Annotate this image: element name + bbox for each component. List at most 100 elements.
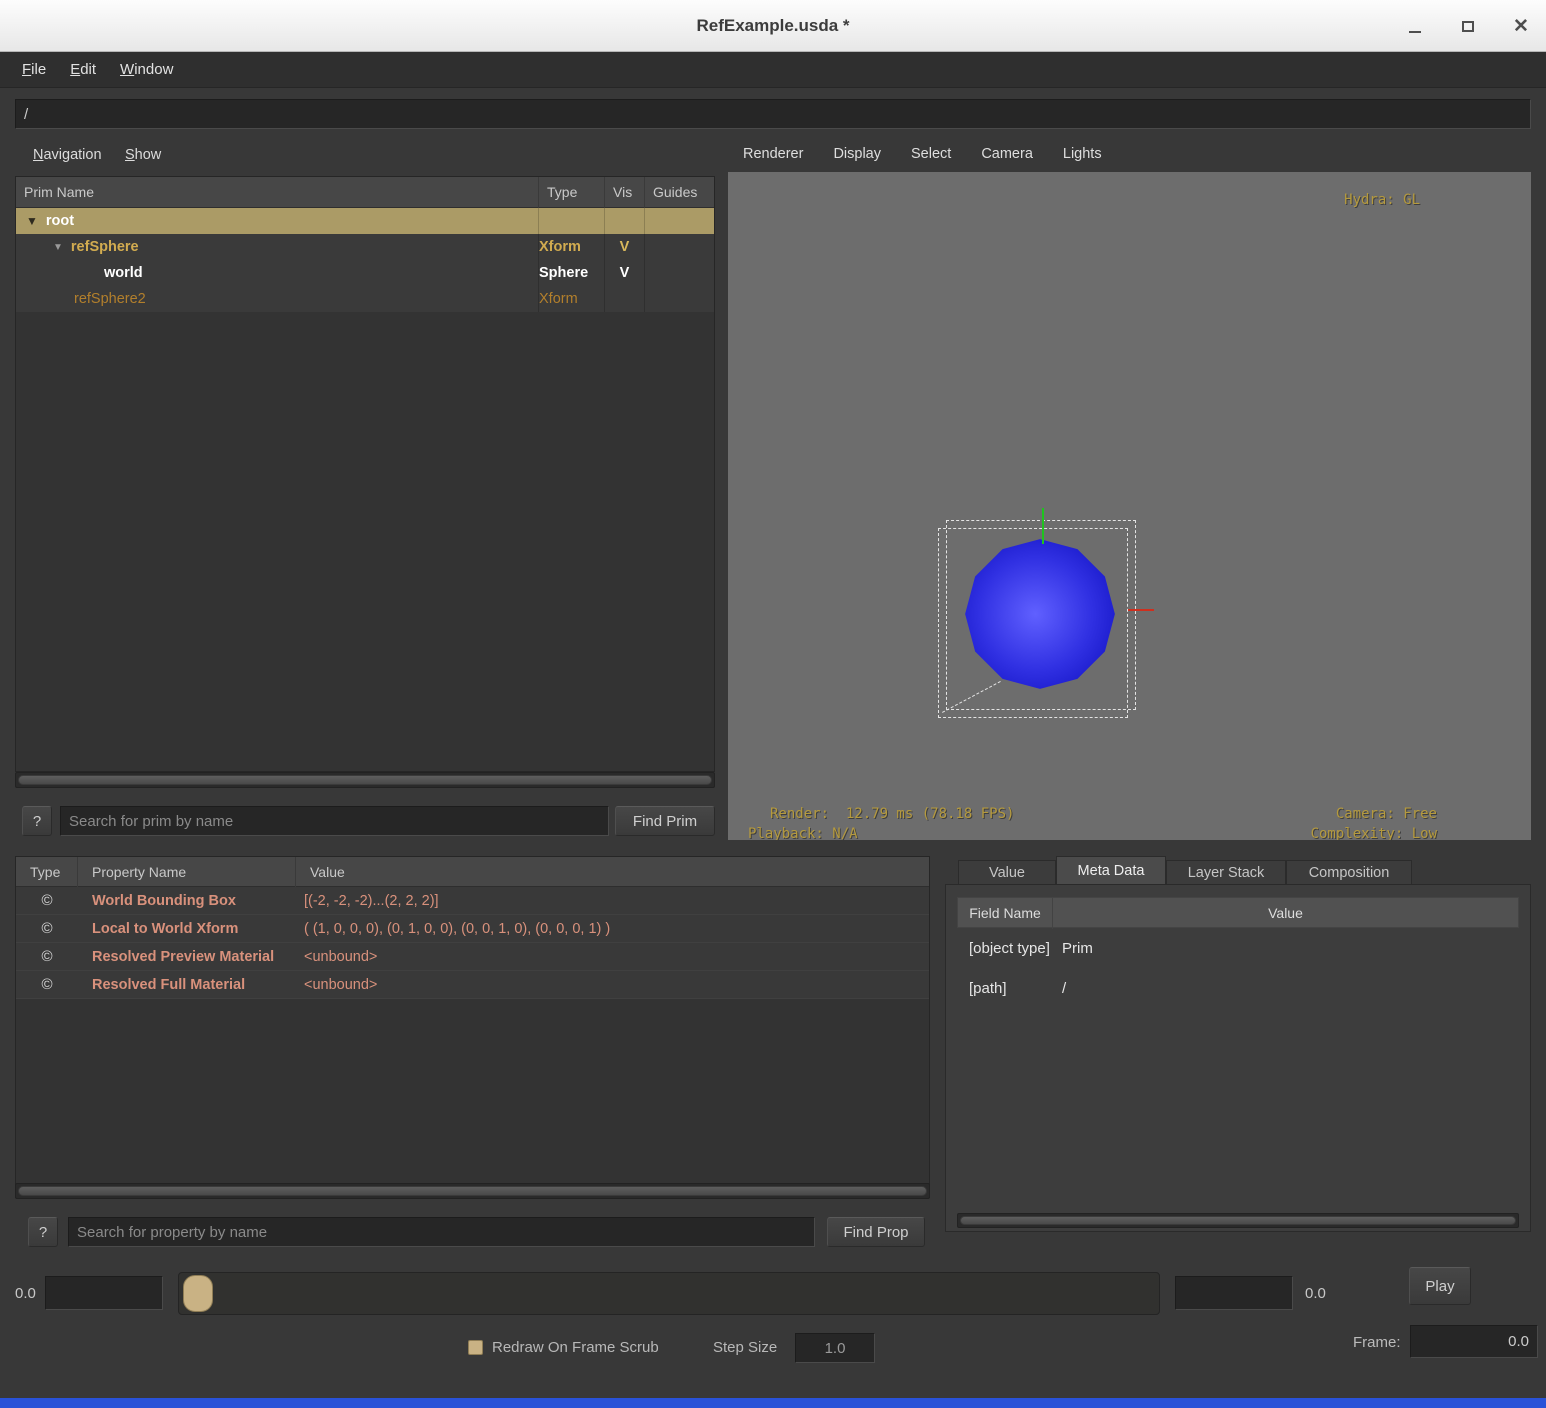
prim-search-input[interactable] xyxy=(60,806,609,836)
prim-vis-root[interactable] xyxy=(605,208,645,234)
minimize-button[interactable] xyxy=(1407,18,1424,35)
tree-row-refsphere2[interactable]: refSphere2 Xform xyxy=(16,286,714,312)
redraw-checkbox[interactable] xyxy=(468,1340,483,1355)
prim-vis-world[interactable]: V xyxy=(605,260,645,286)
tree-row-root[interactable]: ▼ root xyxy=(16,208,714,234)
column-field-value[interactable]: Value xyxy=(1053,898,1518,929)
viewport-3d[interactable]: Hydra: GL Render: 12.79 ms (78.18 FPS) P… xyxy=(728,172,1531,840)
range-start-input[interactable] xyxy=(45,1276,163,1310)
expand-arrow-icon[interactable]: ▼ xyxy=(53,242,63,253)
prim-guides-refsphere2 xyxy=(645,286,714,312)
redraw-checkbox-label[interactable]: Redraw On Frame Scrub xyxy=(492,1339,659,1356)
column-vis[interactable]: Vis xyxy=(605,177,645,208)
expand-arrow-icon[interactable]: ▼ xyxy=(26,214,38,228)
meta-field-name: [path] xyxy=(969,979,1007,997)
tab-layer-stack[interactable]: Layer Stack xyxy=(1166,860,1286,884)
tab-meta-data[interactable]: Meta Data xyxy=(1056,856,1166,884)
hud-complexity: Complexity: Low xyxy=(1310,826,1437,840)
computed-icon: © xyxy=(41,976,53,993)
property-row[interactable]: © World Bounding Box [(-2, -2, -2)...(2,… xyxy=(16,887,929,915)
prim-guides-root xyxy=(645,208,714,234)
x-axis-line xyxy=(1128,609,1154,611)
menu-file[interactable]: File xyxy=(10,52,58,88)
property-help-button[interactable]: ? xyxy=(28,1217,58,1247)
menu-lights[interactable]: Lights xyxy=(1048,140,1117,168)
property-row[interactable]: © Resolved Preview Material <unbound> xyxy=(16,943,929,971)
property-name: Resolved Full Material xyxy=(92,976,246,993)
column-guides[interactable]: Guides xyxy=(645,177,714,208)
tree-row-refsphere[interactable]: ▼ refSphere Xform V xyxy=(16,234,714,260)
tree-row-world[interactable]: world Sphere V xyxy=(16,260,714,286)
property-row[interactable]: © Local to World Xform ( (1, 0, 0, 0), (… xyxy=(16,915,929,943)
play-button[interactable]: Play xyxy=(1409,1267,1471,1305)
frame-slider[interactable] xyxy=(178,1272,1160,1315)
prim-vis-refsphere2[interactable] xyxy=(605,286,645,312)
property-table: Type Property Name Value © World Boundin… xyxy=(15,856,930,1198)
menu-renderer[interactable]: Renderer xyxy=(728,140,818,168)
tab-composition[interactable]: Composition xyxy=(1286,860,1412,884)
range-end-input[interactable] xyxy=(1175,1276,1293,1310)
menu-camera[interactable]: Camera xyxy=(966,140,1048,168)
frame-input[interactable] xyxy=(1410,1325,1538,1358)
prim-name-refsphere2: refSphere2 xyxy=(74,291,146,307)
column-prop-value[interactable]: Value xyxy=(296,857,929,887)
viewport-menubar: Renderer Display Select Camera Lights xyxy=(728,140,1117,168)
prim-name-refsphere: refSphere xyxy=(70,239,139,255)
step-size-input[interactable] xyxy=(795,1333,875,1363)
property-value: ( (1, 0, 0, 0), (0, 1, 0, 0), (0, 0, 1, … xyxy=(304,920,611,937)
scrollbar-handle[interactable] xyxy=(960,1216,1516,1225)
tab-show[interactable]: Show xyxy=(125,147,161,163)
menu-edit[interactable]: Edit xyxy=(58,52,108,88)
maximize-icon xyxy=(1462,20,1474,32)
property-row[interactable]: © Resolved Full Material <unbound> xyxy=(16,971,929,999)
meta-row[interactable]: [object type] Prim xyxy=(957,928,1519,968)
computed-icon: © xyxy=(41,948,53,965)
menu-select[interactable]: Select xyxy=(896,140,966,168)
hud-renderer: Hydra: GL xyxy=(1344,192,1420,208)
property-name: Resolved Preview Material xyxy=(92,948,275,965)
prim-path-input[interactable] xyxy=(15,99,1531,129)
property-name: Local to World Xform xyxy=(92,920,239,937)
tab-navigation[interactable]: Navigation xyxy=(33,147,102,163)
menu-display[interactable]: Display xyxy=(818,140,896,168)
minimize-icon xyxy=(1409,30,1421,33)
prim-name-world: world xyxy=(104,265,143,281)
prim-type-refsphere2: Xform xyxy=(539,286,605,312)
meta-hscrollbar[interactable] xyxy=(957,1213,1519,1228)
property-search-input[interactable] xyxy=(68,1217,815,1247)
maximize-button[interactable] xyxy=(1460,18,1477,35)
column-prop-name[interactable]: Property Name xyxy=(78,857,296,887)
property-value: <unbound> xyxy=(304,976,378,993)
scrollbar-handle[interactable] xyxy=(18,775,712,785)
tab-value[interactable]: Value xyxy=(958,860,1056,884)
hud-playback: Playback: N/A xyxy=(748,826,858,840)
frame-label: Frame: xyxy=(1353,1334,1401,1351)
hud-render-stats: Render: 12.79 ms (78.18 FPS) xyxy=(770,806,1015,822)
menu-window[interactable]: Window xyxy=(108,52,185,88)
property-hscrollbar[interactable] xyxy=(15,1183,930,1199)
slider-handle[interactable] xyxy=(183,1275,213,1312)
hud-camera: Camera: Free xyxy=(1335,806,1437,822)
scrollbar-handle[interactable] xyxy=(18,1186,927,1196)
column-prim-name[interactable]: Prim Name xyxy=(16,177,539,208)
prim-guides-world xyxy=(645,260,714,286)
prim-help-button[interactable]: ? xyxy=(22,806,52,836)
find-prop-button[interactable]: Find Prop xyxy=(827,1217,925,1247)
prim-type-root xyxy=(539,208,605,234)
meta-field-value: / xyxy=(1062,979,1067,997)
prim-tree-hscrollbar[interactable] xyxy=(15,772,715,788)
meta-row[interactable]: [path] / xyxy=(957,968,1519,1008)
prim-name-root: root xyxy=(45,213,75,229)
column-prop-type[interactable]: Type xyxy=(16,857,78,887)
range-start-label: 0.0 xyxy=(15,1285,36,1302)
prim-type-world: Sphere xyxy=(539,260,605,286)
meta-data-table: Field Name Value [object type] Prim [pat… xyxy=(957,897,1519,1008)
column-field-name[interactable]: Field Name xyxy=(958,898,1053,929)
prim-tree-header: Prim Name Type Vis Guides xyxy=(16,177,714,208)
find-prim-button[interactable]: Find Prim xyxy=(615,806,715,836)
window-title: RefExample.usda * xyxy=(696,16,850,35)
close-button[interactable]: ✕ xyxy=(1513,17,1530,36)
meta-field-value: Prim xyxy=(1062,939,1093,957)
prim-vis-refsphere[interactable]: V xyxy=(605,234,645,260)
column-type[interactable]: Type xyxy=(539,177,605,208)
